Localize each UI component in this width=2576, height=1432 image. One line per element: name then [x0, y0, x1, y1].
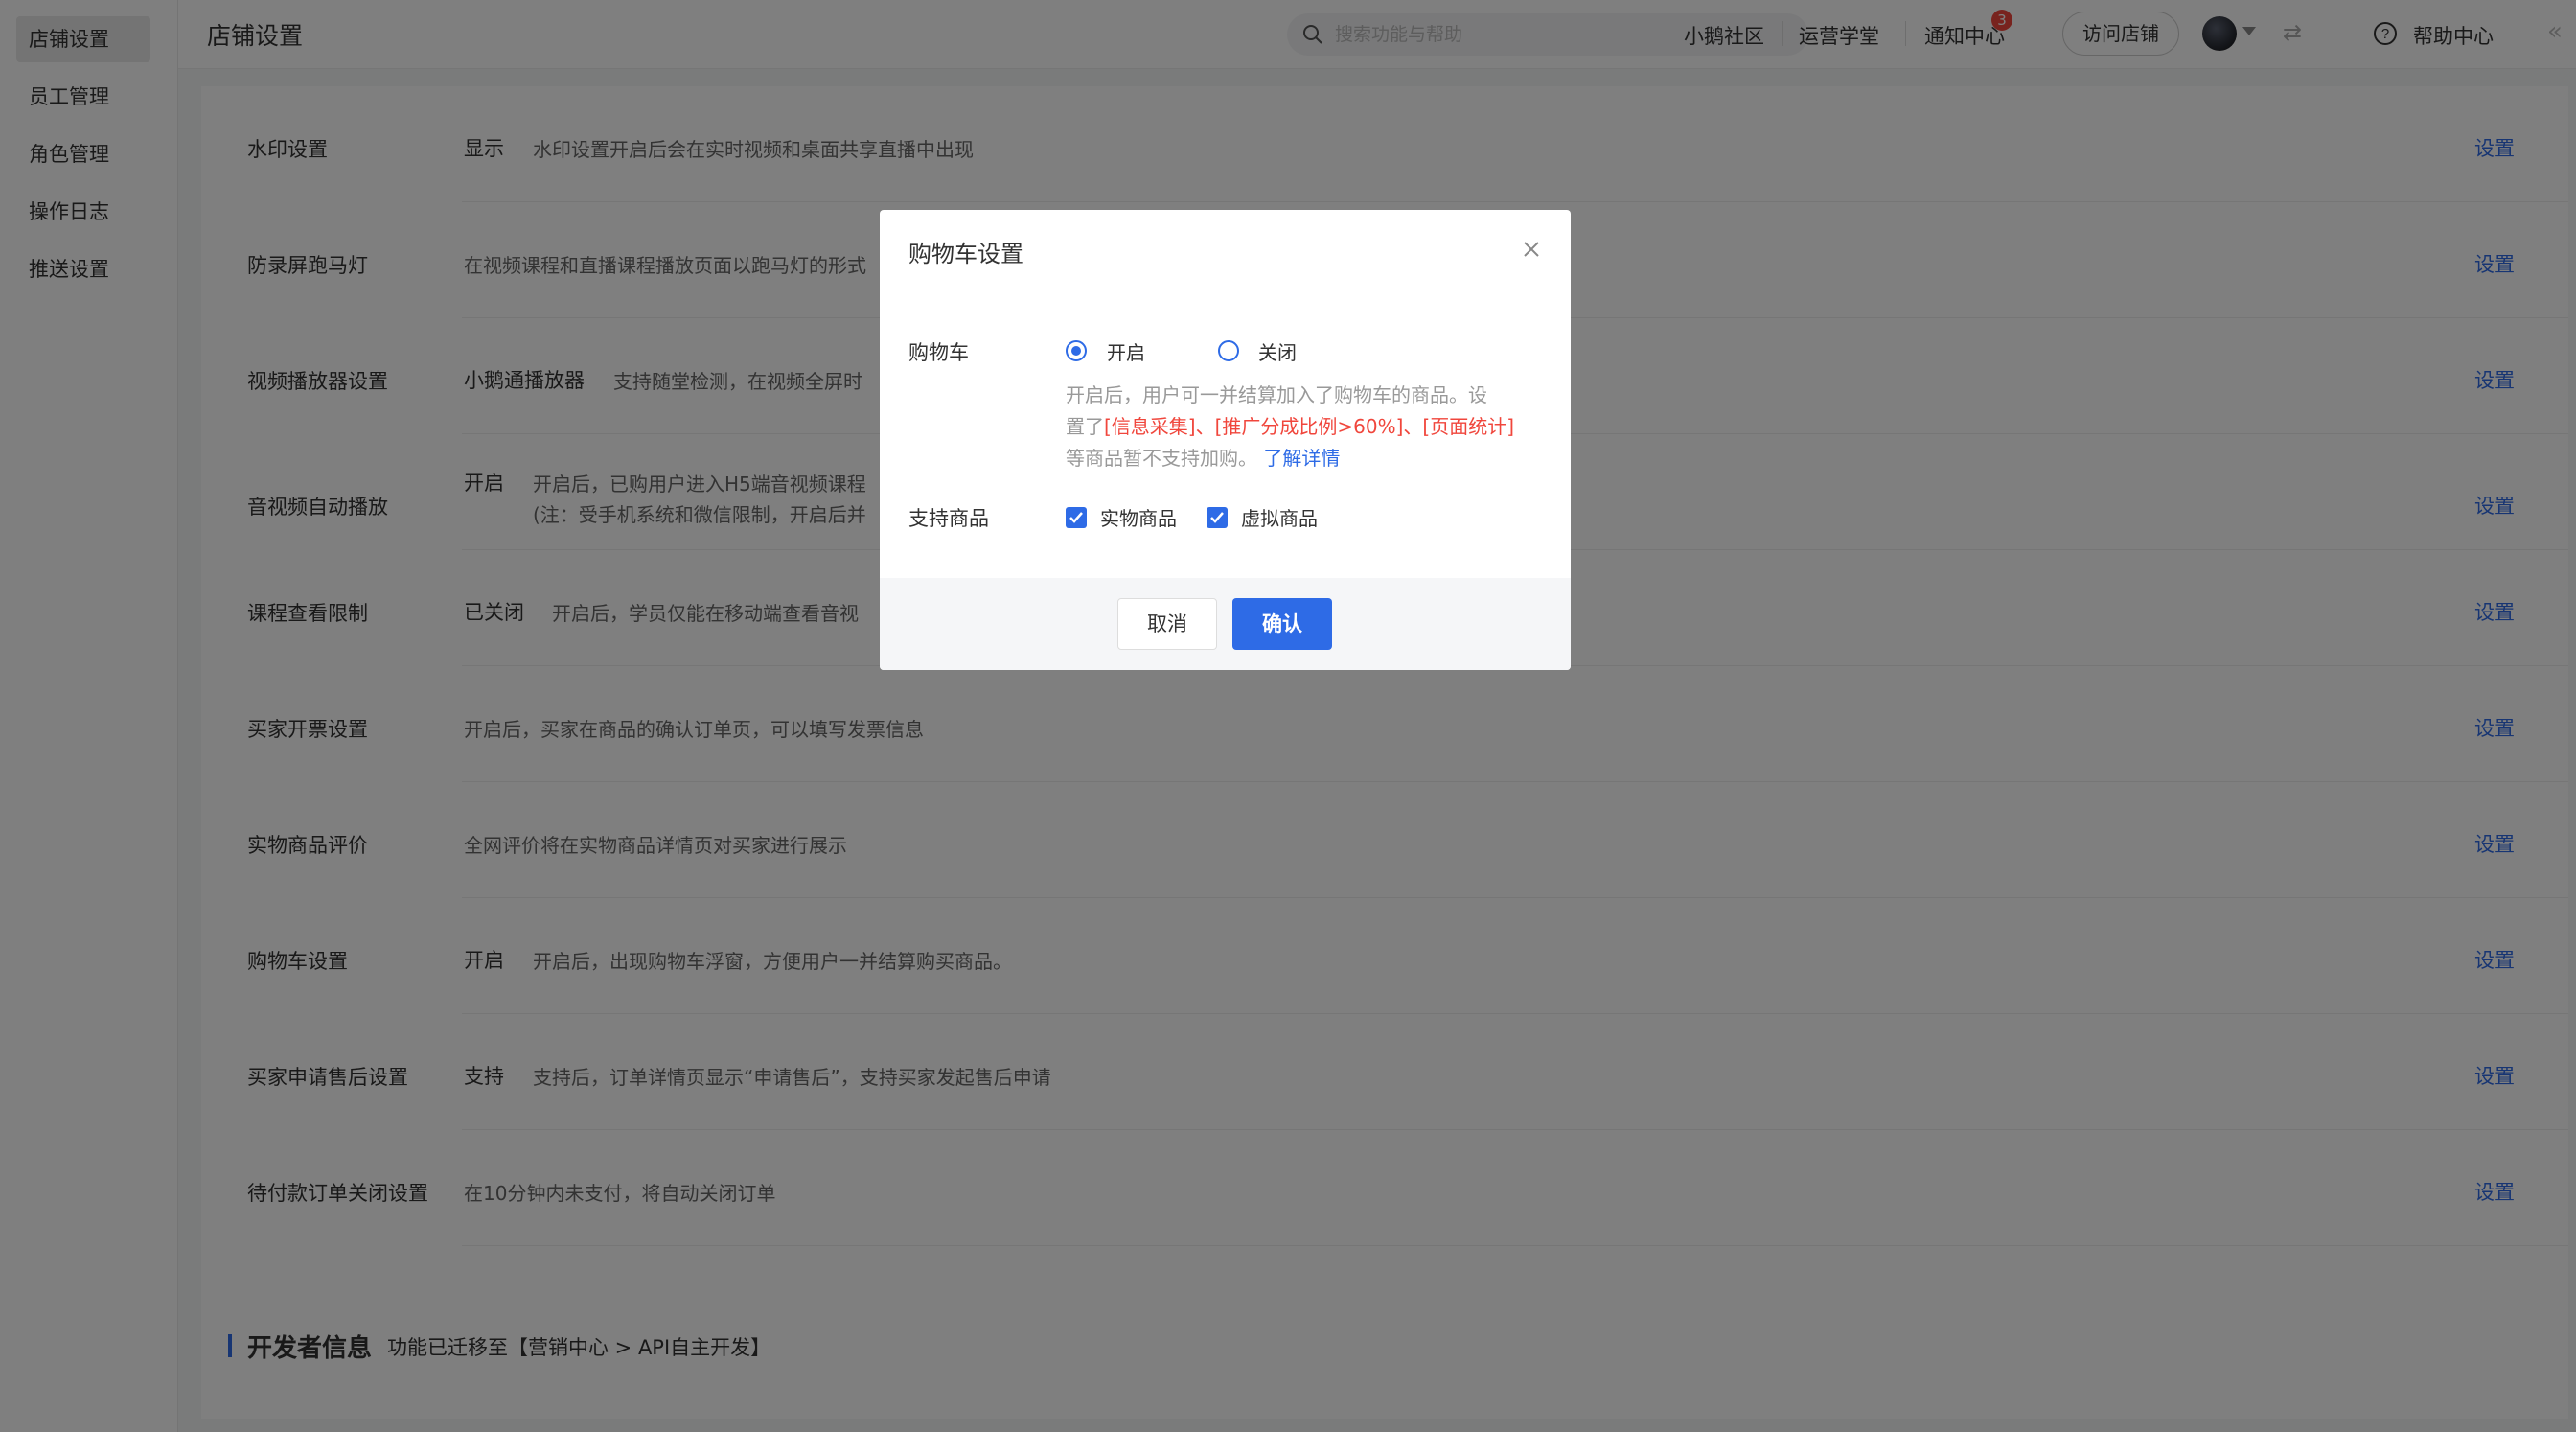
confirm-button[interactable]: 确认	[1232, 598, 1332, 650]
cart-hint-line2: 置了[信息采集]、[推广分成比例>60%]、[页面统计]	[1066, 411, 1514, 439]
cart-on-radio[interactable]	[1066, 340, 1087, 361]
physical-goods-checkbox[interactable]	[1066, 507, 1087, 528]
cart-hint-line1: 开启后，用户可一并结算加入了购物车的商品。设	[1066, 383, 1487, 406]
cart-off-label[interactable]: 关闭	[1258, 337, 1297, 365]
virtual-goods-label[interactable]: 虚拟商品	[1241, 503, 1318, 531]
cart-hint-prefix: 置了	[1066, 415, 1104, 438]
virtual-goods-checkbox[interactable]	[1207, 507, 1228, 528]
cart-hint-restricted: [信息采集]、[推广分成比例>60%]、[页面统计]	[1104, 415, 1515, 438]
close-icon[interactable]	[1521, 239, 1542, 260]
cancel-button[interactable]: 取消	[1117, 598, 1217, 650]
goods-label: 支持商品	[908, 507, 989, 530]
learn-more-link[interactable]: 了解详情	[1263, 447, 1340, 470]
cart-off-radio[interactable]	[1218, 340, 1239, 361]
cart-hint-suffix: 等商品暂不支持加购。	[1066, 447, 1257, 470]
cart-label: 购物车	[908, 341, 969, 364]
cart-hint-line3: 等商品暂不支持加购。 了解详情	[1066, 443, 1340, 471]
dialog-header: 购物车设置	[880, 210, 1571, 289]
check-icon	[1210, 512, 1224, 523]
dialog-footer	[880, 578, 1571, 670]
dialog-title: 购物车设置	[908, 241, 1024, 267]
check-icon	[1070, 512, 1083, 523]
physical-goods-label[interactable]: 实物商品	[1100, 503, 1177, 531]
cart-settings-dialog: 购物车设置 购物车 开启 关闭 开启后，用户可一并结算加入了购物车的商品。设 置…	[880, 210, 1571, 670]
cart-on-label[interactable]: 开启	[1107, 337, 1145, 365]
